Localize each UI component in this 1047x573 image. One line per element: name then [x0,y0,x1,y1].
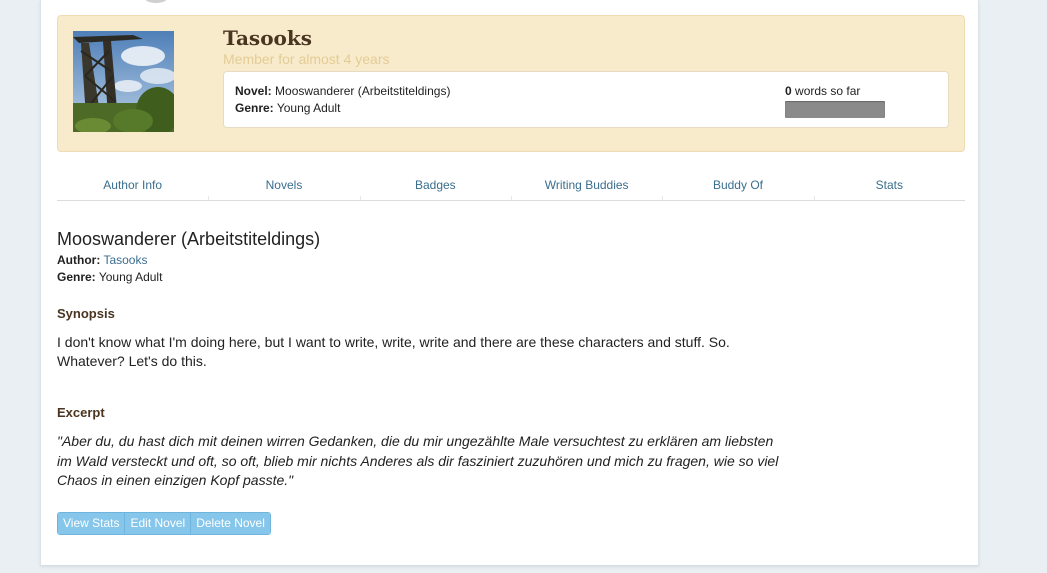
novel-author-line: Author: Tasooks [57,253,147,267]
avatar-photo-icon [73,31,174,132]
genre-value: Young Adult [276,101,341,115]
username: Tasooks [223,26,312,50]
tab-novels[interactable]: Novels [208,172,359,200]
tab-stats[interactable]: Stats [813,172,965,200]
genre-value: Young Adult [98,270,163,284]
view-stats-button[interactable]: View Stats [58,513,125,534]
delete-novel-button[interactable]: Delete Novel [190,513,270,534]
excerpt-heading: Excerpt [57,405,105,420]
genre-label: Genre: [235,101,274,115]
genre-line: Genre: Young Adult [235,101,340,115]
novel-actions: View Stats Edit Novel Delete Novel [57,512,271,535]
tab-author-info[interactable]: Author Info [57,172,208,200]
tab-buddy-of[interactable]: Buddy Of [662,172,813,200]
excerpt-text: "Aber du, du hast dich mit deinen wirren… [57,433,779,488]
genre-label: Genre: [57,270,96,284]
tab-badges[interactable]: Badges [359,172,511,200]
profile-tabs: Author Info Novels Badges Writing Buddie… [57,172,965,201]
novel-line: Novel: Mooswanderer (Arbeitstiteldings) [235,84,450,98]
author-label: Author: [57,253,101,267]
novel-genre-line: Genre: Young Adult [57,270,162,284]
profile-card: Tasooks Member for almost 4 years Novel:… [57,15,965,152]
header-ornament [145,0,167,3]
word-count-value: 0 [785,84,792,98]
novel-label: Novel: [235,84,272,98]
avatar[interactable] [73,31,174,132]
novel-value: Mooswanderer (Arbeitstiteldings) [275,84,451,98]
novel-title: Mooswanderer (Arbeitstiteldings) [57,229,321,249]
word-progress-bar [785,101,885,118]
current-novel-box: Novel: Mooswanderer (Arbeitstiteldings) … [223,71,949,128]
author-link[interactable]: Tasooks [103,253,147,267]
word-count-suffix: words so far [791,84,861,98]
page-container: Tasooks Member for almost 4 years Novel:… [40,0,979,566]
edit-novel-button[interactable]: Edit Novel [124,513,191,534]
member-since: Member for almost 4 years [223,51,390,67]
synopsis-text: I don't know what I'm doing here, but I … [57,334,730,369]
tab-writing-buddies[interactable]: Writing Buddies [510,172,662,200]
synopsis-heading: Synopsis [57,306,115,321]
word-count: 0 words so far [785,84,860,98]
